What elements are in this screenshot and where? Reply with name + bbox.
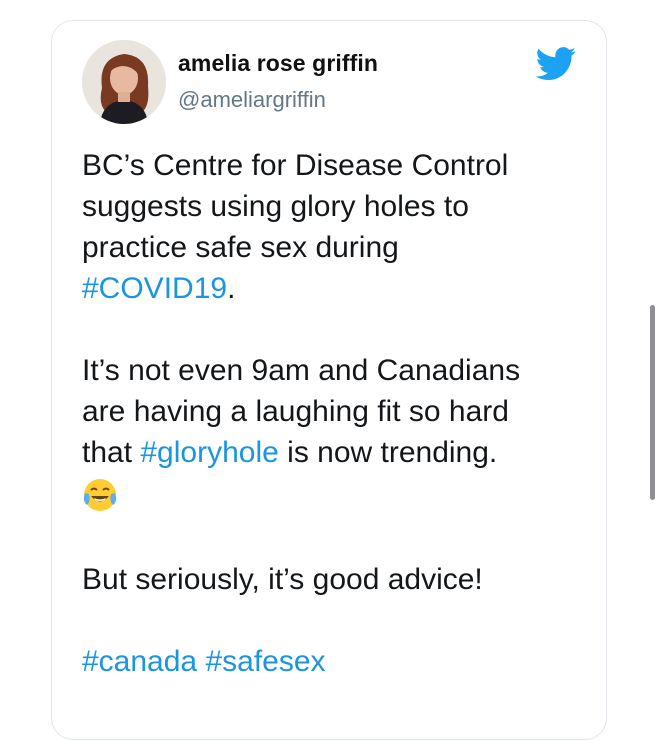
- tweet-text: BC’s Centre for Disease Control suggests…: [82, 145, 592, 682]
- tweet-line: But seriously, it’s good advice!: [82, 563, 483, 596]
- tweet-line: suggests using glory holes to: [82, 190, 469, 223]
- tweet-line: that #gloryhole is now trending.: [82, 432, 592, 473]
- hashtag-canada-link[interactable]: #canada: [82, 645, 197, 678]
- twitter-bird-icon: [535, 47, 576, 80]
- tweet-line: [82, 473, 592, 518]
- tweet-card: amelia rose griffin @ameliargriffin BC’s…: [51, 20, 607, 740]
- tweet-text-fragment: .: [227, 272, 236, 305]
- tweet-line: #canada #safesex: [82, 641, 592, 682]
- hashtag-covid19-link[interactable]: #COVID19: [82, 272, 227, 305]
- author-display-name[interactable]: amelia rose griffin: [178, 50, 378, 77]
- tweet-line: BC’s Centre for Disease Control: [82, 149, 509, 182]
- tweet-line: are having a laughing fit so hard: [82, 395, 509, 428]
- tweet-line: practice safe sex during: [82, 231, 399, 264]
- author-handle[interactable]: @ameliargriffin: [178, 87, 326, 113]
- avatar[interactable]: [82, 40, 166, 124]
- tweet-line: #COVID19.: [82, 268, 592, 309]
- hashtag-gloryhole-link[interactable]: #gloryhole: [140, 436, 278, 469]
- face-with-tears-of-joy-icon: [83, 479, 117, 511]
- scrollbar[interactable]: [650, 305, 655, 500]
- tweet-line: It’s not even 9am and Canadians: [82, 354, 521, 387]
- tweet-text-fragment: that: [82, 436, 141, 469]
- hashtag-safesex-link[interactable]: #safesex: [205, 645, 325, 678]
- tweet-text-fragment: is now trending.: [278, 436, 498, 469]
